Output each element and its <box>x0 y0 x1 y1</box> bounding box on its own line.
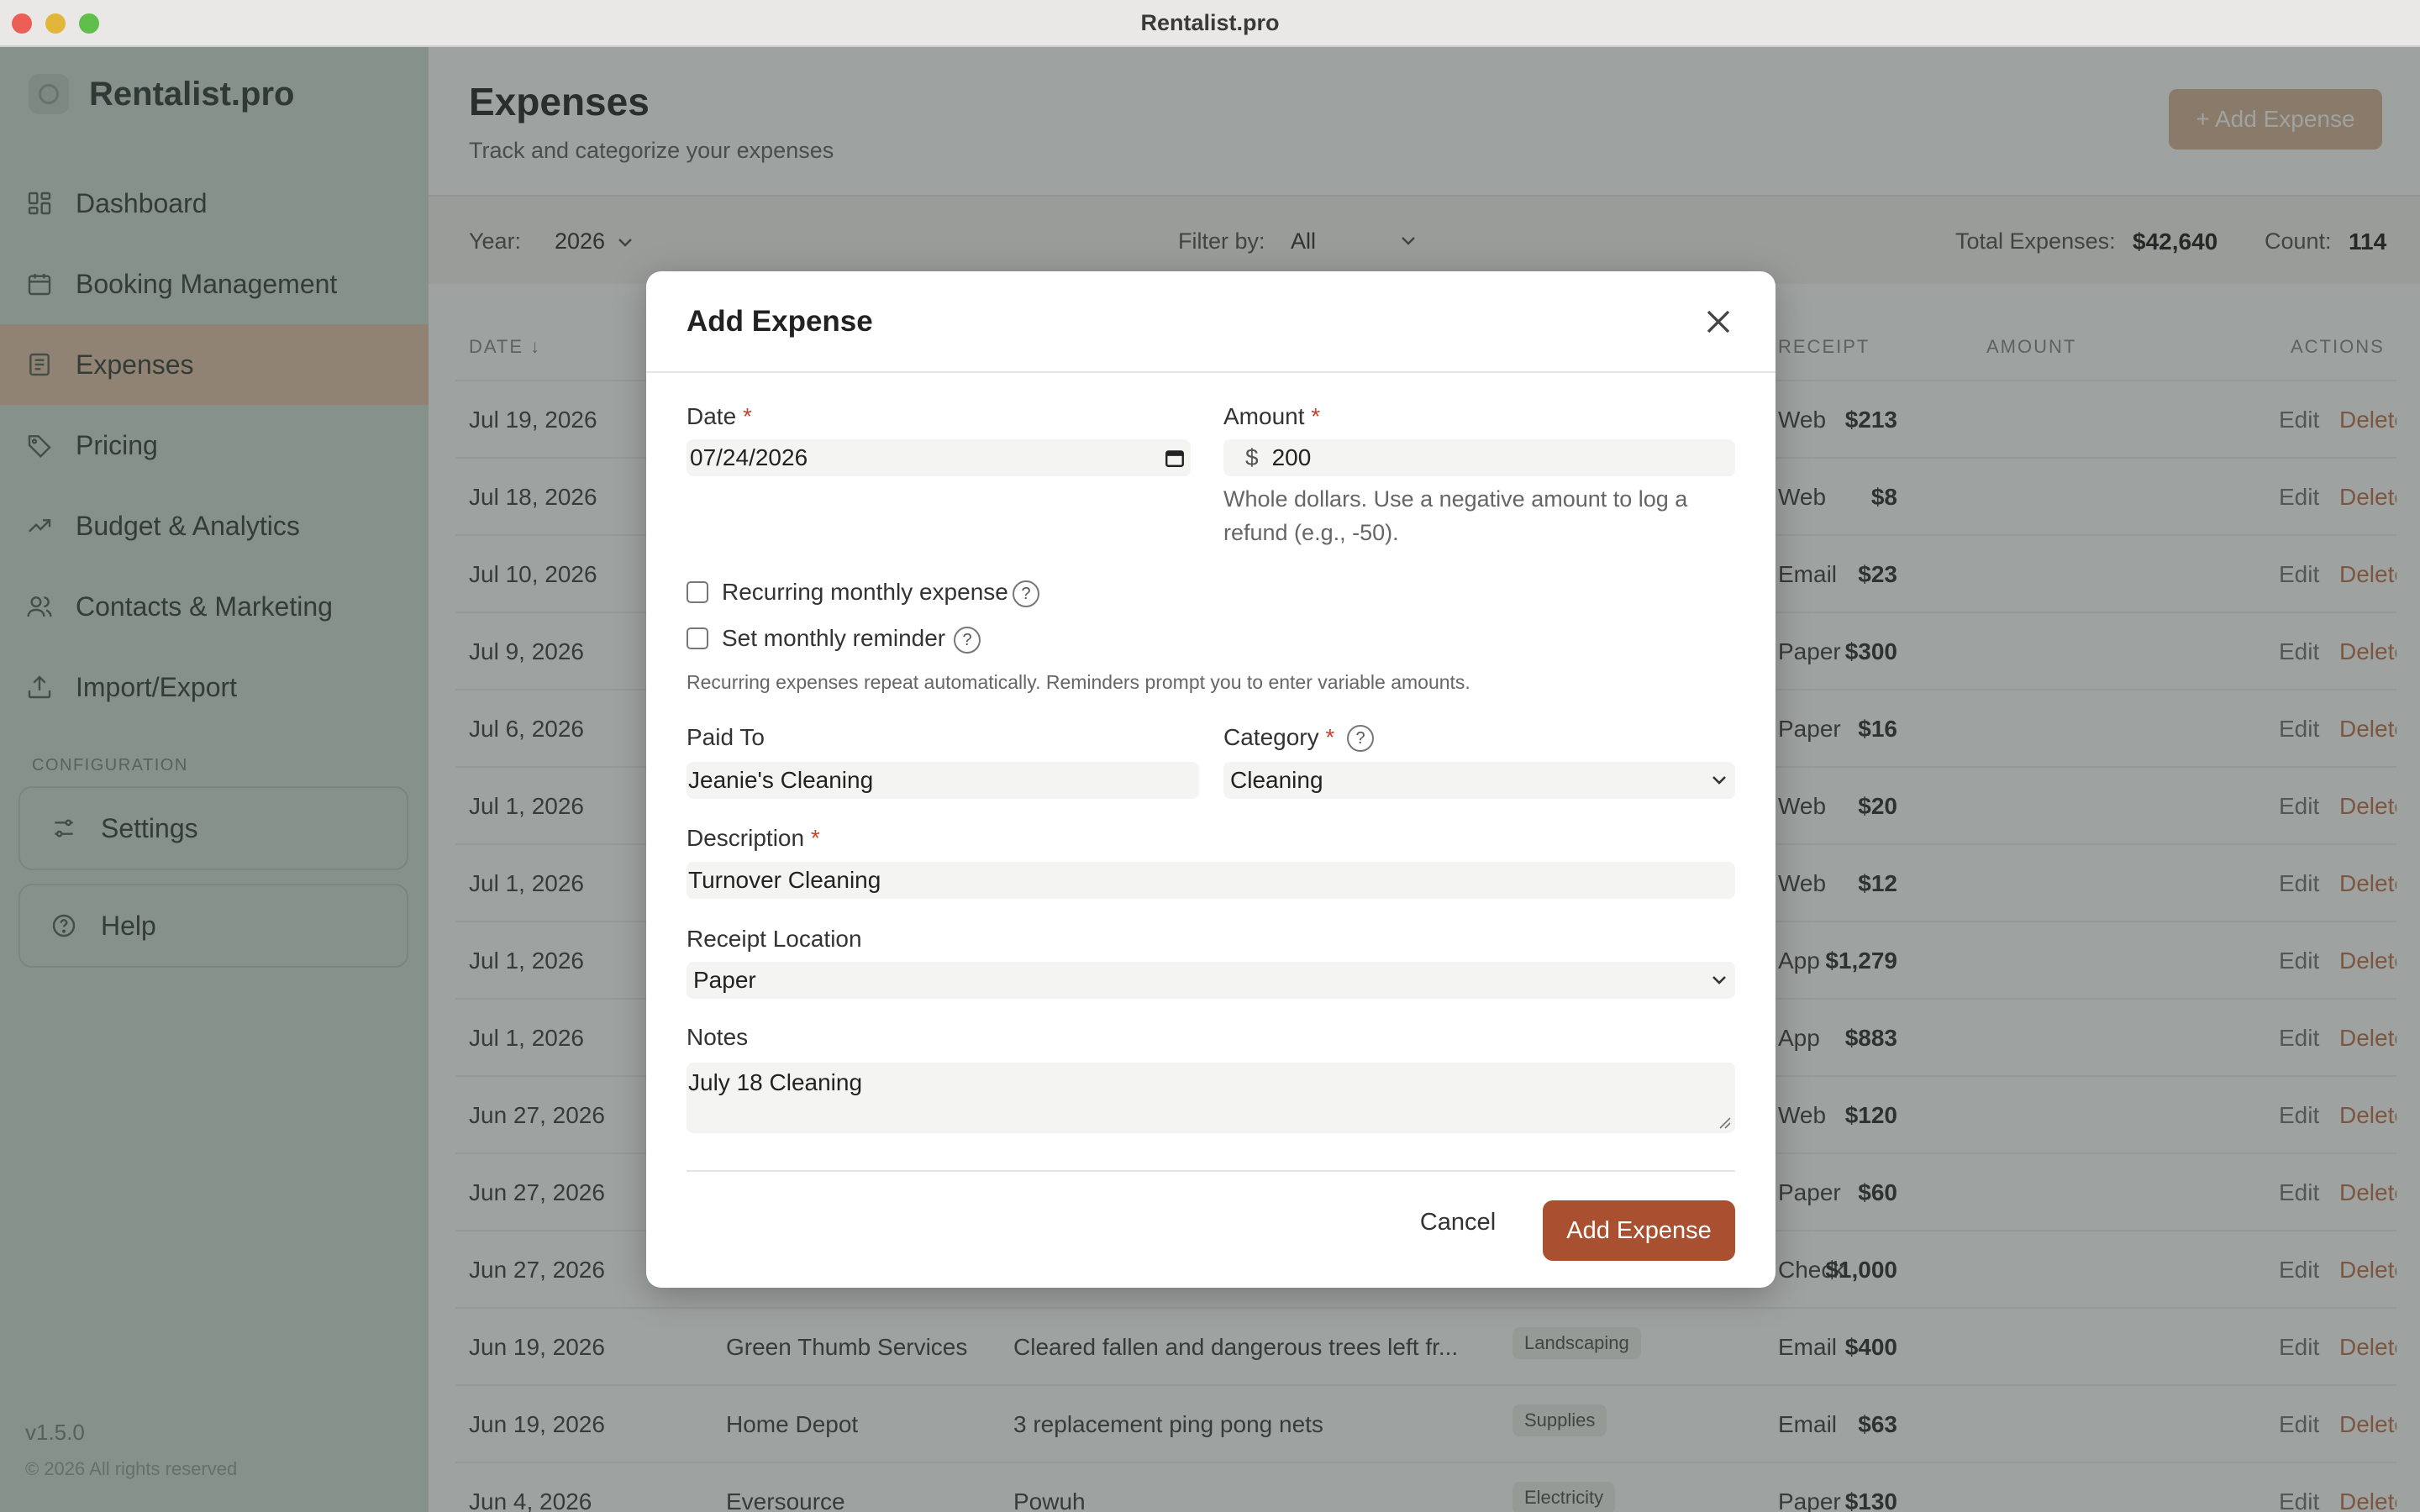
recurring-help-icon[interactable]: ? <box>1013 580 1039 607</box>
description-input[interactable]: Turnover Cleaning <box>687 862 1735 899</box>
paid-to-value: Jeanie's Cleaning <box>688 767 874 793</box>
currency-symbol: $ <box>1245 444 1259 470</box>
modal-title: Add Expense <box>687 305 873 338</box>
amount-hint: Whole dollars. Use a negative amount to … <box>1223 486 1688 545</box>
receipt-location-label: Receipt Location <box>687 926 862 952</box>
date-value: 07/24/2026 <box>690 444 808 470</box>
reminder-label: Set monthly reminder <box>722 625 946 651</box>
paid-to-input[interactable]: Jeanie's Cleaning <box>687 762 1199 799</box>
chevron-down-icon <box>1712 976 1726 984</box>
reminder-checkbox[interactable] <box>687 627 708 649</box>
amount-label: Amount * <box>1223 403 1321 429</box>
chevron-down-icon <box>1712 776 1726 785</box>
close-icon[interactable] <box>1703 307 1733 337</box>
modal-header: Add Expense <box>646 271 1776 373</box>
modal-divider <box>687 1170 1735 1172</box>
notes-label: Notes <box>687 1024 749 1050</box>
receipt-location-value: Paper <box>693 967 756 993</box>
description-label: Description * <box>687 825 820 851</box>
window-title: Rentalist.pro <box>1140 10 1280 35</box>
cancel-button[interactable]: Cancel <box>1407 1202 1508 1242</box>
recurring-hint: Recurring expenses repeat automatically.… <box>687 671 1470 693</box>
add-expense-submit-button[interactable]: Add Expense <box>1543 1200 1735 1261</box>
resize-handle-icon[interactable] <box>1717 1115 1732 1130</box>
receipt-location-select[interactable]: Paper <box>687 962 1735 999</box>
window-titlebar: Rentalist.pro <box>0 0 2420 47</box>
description-value: Turnover Cleaning <box>688 867 881 893</box>
paid-to-label: Paid To <box>687 724 765 750</box>
notes-value: July 18 Cleaning <box>688 1069 863 1095</box>
add-expense-modal: Add Expense Date * 07/24/2026 Amount * $… <box>646 271 1776 1288</box>
recurring-checkbox[interactable] <box>687 581 708 603</box>
date-input[interactable]: 07/24/2026 <box>687 439 1191 476</box>
category-help-icon[interactable]: ? <box>1347 725 1374 752</box>
category-select[interactable]: Cleaning <box>1223 762 1735 799</box>
category-value: Cleaning <box>1230 767 1323 793</box>
date-label: Date * <box>687 403 752 429</box>
recurring-label: Recurring monthly expense <box>722 579 1008 605</box>
amount-input[interactable]: $ 200 <box>1223 439 1735 476</box>
amount-value: 200 <box>1271 444 1312 470</box>
notes-textarea[interactable]: July 18 Cleaning <box>687 1063 1735 1133</box>
category-label: Category * <box>1223 724 1335 750</box>
calendar-icon[interactable] <box>1164 447 1186 469</box>
reminder-help-icon[interactable]: ? <box>954 627 981 654</box>
